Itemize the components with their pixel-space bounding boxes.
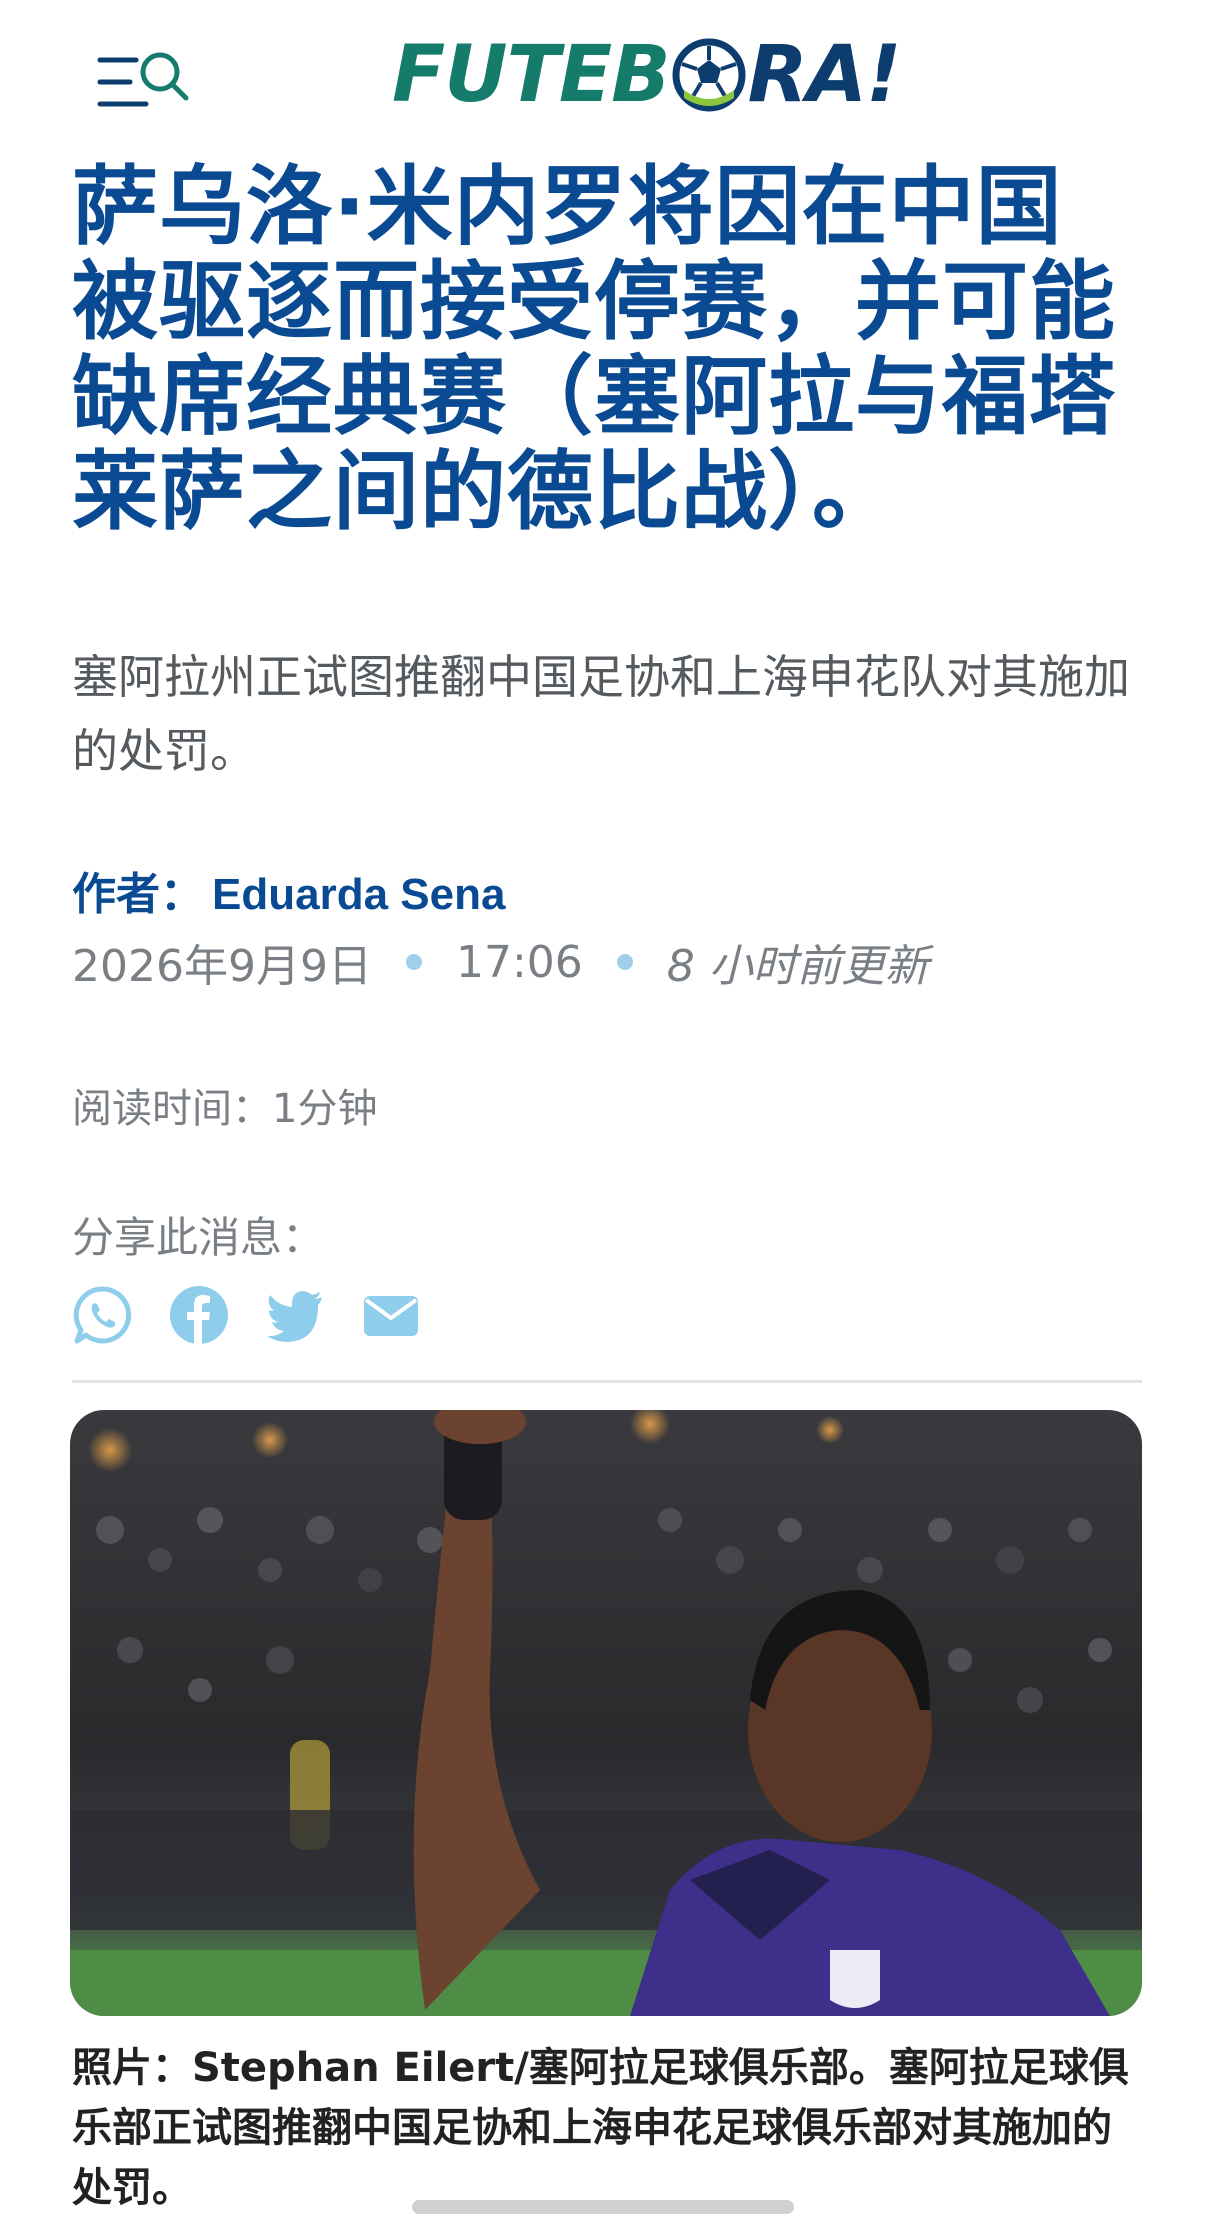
share-label: 分享此消息： bbox=[72, 1213, 325, 1262]
email-icon[interactable] bbox=[360, 1284, 422, 1346]
updated-time: 8 小时前更新 bbox=[666, 941, 929, 992]
meta-separator-dot bbox=[616, 954, 633, 970]
article-meta: 2026年9月9日 17:06 8 小时前更新 bbox=[72, 930, 929, 994]
photo-caption: 照片：Stephan Eilert/塞阿拉足球俱乐部。塞阿拉足球俱乐部正试图推翻… bbox=[72, 2045, 1129, 2211]
menu-search-icon[interactable] bbox=[96, 44, 192, 120]
meta-separator-dot bbox=[405, 954, 422, 970]
site-header: FUTEB RA! bbox=[0, 0, 1206, 150]
whatsapp-icon[interactable] bbox=[72, 1284, 134, 1346]
article-photo[interactable] bbox=[70, 1410, 1142, 2016]
logo-text-left: FUTEB bbox=[392, 30, 671, 120]
twitter-icon[interactable] bbox=[264, 1284, 326, 1346]
publish-date: 2026年9月9日 bbox=[72, 941, 372, 992]
share-buttons bbox=[72, 1284, 422, 1346]
facebook-icon[interactable] bbox=[168, 1284, 230, 1346]
author-name-link[interactable]: Eduarda Sena bbox=[212, 870, 505, 919]
publish-time: 17:06 bbox=[455, 936, 583, 988]
player-photo-illustration bbox=[70, 1410, 1142, 2016]
section-divider bbox=[72, 1380, 1142, 1383]
soccer-ball-icon bbox=[672, 38, 746, 112]
read-time: 阅读时间：1分钟 bbox=[72, 1086, 378, 1132]
site-logo[interactable]: FUTEB RA! bbox=[392, 30, 902, 120]
home-indicator[interactable] bbox=[412, 2200, 794, 2214]
article-title: 萨乌洛·米内罗将因在中国被驱逐而接受停赛，并可能缺席经典赛（塞阿拉与福塔莱萨之间… bbox=[72, 157, 1116, 542]
logo-text-right: RA! bbox=[747, 30, 902, 120]
author-label: 作者： bbox=[72, 869, 204, 920]
article-subtitle: 塞阿拉州正试图推翻中国足协和上海申花队对其施加的处罚。 bbox=[72, 650, 1130, 778]
author-line: 作者： Eduarda Sena bbox=[72, 858, 505, 922]
